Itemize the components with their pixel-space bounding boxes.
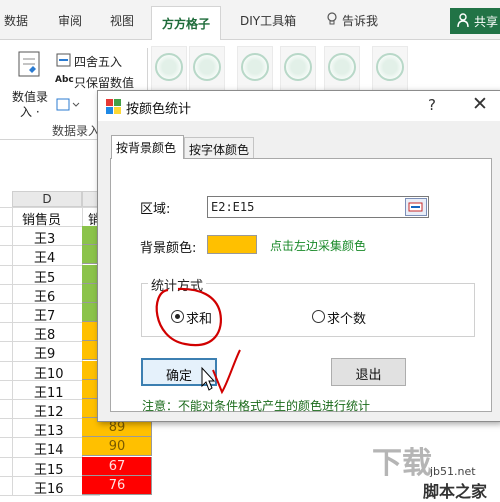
person-add-icon: [457, 13, 469, 28]
name-cell[interactable]: 王6: [34, 286, 55, 305]
count-radio[interactable]: [312, 310, 325, 323]
watermark-logo: 下载: [372, 446, 432, 481]
name-cell[interactable]: 王13: [34, 420, 64, 439]
app-icon: [106, 99, 121, 114]
name-cell[interactable]: 王16: [34, 478, 64, 497]
background-color-label: 背景颜色:: [140, 241, 197, 256]
sales-value: 89: [108, 420, 126, 436]
pick-color-hint: 点击左边采集颜色: [270, 239, 367, 253]
name-cell[interactable]: 王12: [34, 401, 64, 420]
name-cell[interactable]: 王9: [34, 343, 55, 362]
tab-view[interactable]: 视图: [110, 12, 134, 29]
tab-background-color[interactable]: 按背景颜色: [111, 135, 184, 159]
dialog-titlebar[interactable]: 按颜色统计 ? ✕: [98, 91, 500, 121]
range-label: 区域:: [140, 202, 171, 217]
help-button[interactable]: ?: [428, 96, 436, 114]
name-cell[interactable]: 王4: [34, 247, 55, 266]
name-cell[interactable]: 王8: [34, 324, 55, 343]
sales-value: 90: [108, 439, 126, 455]
header-cell-salesperson[interactable]: 销售员: [22, 209, 61, 228]
name-cell[interactable]: 王15: [34, 459, 64, 478]
range-select-icon: [408, 202, 423, 212]
column-header-d[interactable]: D: [12, 191, 82, 207]
lightbulb-icon: [326, 12, 338, 29]
sum-radio[interactable]: [171, 310, 184, 323]
abc-icon: Abc: [55, 75, 74, 85]
name-cell[interactable]: 王11: [34, 382, 64, 401]
note-text: 注意：不能对条件格式产生的颜色进行统计: [142, 399, 371, 413]
tab-review[interactable]: 审阅: [58, 12, 82, 29]
color-swatch[interactable]: [207, 235, 257, 254]
grid-line: [12, 207, 13, 495]
ok-button[interactable]: 确定: [141, 358, 217, 386]
name-cell[interactable]: 王14: [34, 439, 64, 458]
range-picker-button[interactable]: [405, 198, 427, 216]
tab-fangfang[interactable]: 方方格子: [151, 6, 222, 41]
name-cell[interactable]: 王3: [34, 228, 55, 247]
tab-font-color[interactable]: 按字体颜色: [184, 137, 254, 159]
share-label: 共享: [474, 15, 499, 29]
count-radio-label[interactable]: 求个数: [327, 308, 366, 327]
sales-value: 67: [108, 458, 126, 474]
data-entry-icon: [18, 51, 40, 77]
watermark-site: jb51.net: [430, 465, 476, 478]
grid-line: [0, 207, 100, 208]
sales-value: 76: [108, 477, 126, 493]
tab-tell-me[interactable]: 告诉我: [342, 12, 378, 29]
watermark-name: 脚本之家: [423, 482, 488, 501]
name-cell[interactable]: 王10: [34, 363, 64, 382]
ribbon-tab-bar: 数据 审阅 视图 方方格子 DIY工具箱 告诉我 共享: [0, 0, 500, 41]
tab-data[interactable]: 数据: [4, 12, 28, 29]
data-entry-group-label: 数据录入: [52, 124, 101, 138]
share-button[interactable]: 共享: [450, 8, 500, 34]
dialog-title: 按颜色统计: [126, 102, 192, 117]
exit-button[interactable]: 退出: [331, 358, 406, 386]
name-cell[interactable]: 王7: [34, 305, 55, 324]
name-cell[interactable]: 王5: [34, 267, 55, 286]
format-dropdown-icon[interactable]: [56, 98, 82, 112]
color-stats-dialog: 按颜色统计 ? ✕ 按背景颜色 按字体颜色 区域: E2:E15 背景颜色: 点…: [97, 90, 500, 422]
round-button[interactable]: 四舍五入: [74, 53, 122, 70]
method-legend: 统计方式: [148, 275, 207, 294]
range-input[interactable]: E2:E15: [207, 196, 429, 218]
sum-radio-label[interactable]: 求和: [186, 308, 212, 327]
close-button[interactable]: ✕: [468, 93, 492, 115]
keep-values-button[interactable]: 只保留数值: [74, 74, 134, 91]
round-icon: [56, 53, 71, 67]
tab-diy-toolbox[interactable]: DIY工具箱: [240, 12, 296, 29]
data-entry-dropdown[interactable]: 入 ·: [20, 103, 40, 120]
